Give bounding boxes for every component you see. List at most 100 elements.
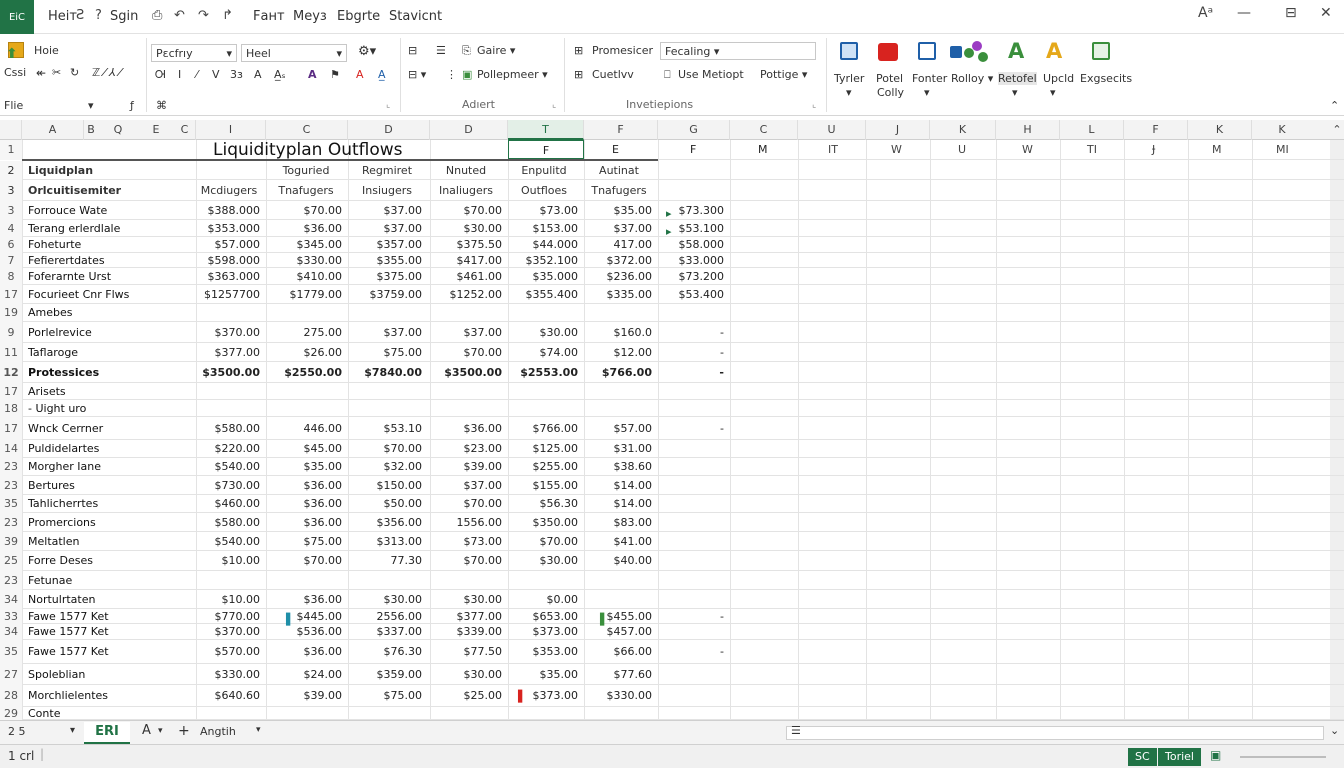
row-label[interactable]: Forre Deses xyxy=(28,551,93,571)
column-header-selected[interactable]: T xyxy=(508,120,584,140)
title-cell[interactable]: F xyxy=(690,140,696,160)
scroll-thumb-icon[interactable]: ☰ xyxy=(791,724,801,737)
table-cell[interactable]: $410.00 xyxy=(270,268,343,285)
column-header[interactable]: Q xyxy=(98,120,138,140)
collapse-ribbon-icon[interactable]: ⌃ xyxy=(1330,99,1339,112)
upcld-a-icon[interactable]: A xyxy=(1046,40,1062,62)
row-label[interactable]: Porlelrevice xyxy=(28,322,92,343)
table-cell[interactable]: $32.00 xyxy=(352,458,423,476)
table-cell[interactable]: $150.00 xyxy=(352,476,423,495)
sheet-tab-active[interactable]: ERI xyxy=(84,722,130,744)
row-number[interactable]: 29 xyxy=(0,707,22,720)
table-cell[interactable]: $3500.00 xyxy=(430,362,502,383)
lock-icon[interactable] xyxy=(878,43,898,61)
table-cell[interactable]: $38.60 xyxy=(586,458,653,476)
row-number[interactable]: 11 xyxy=(0,343,22,362)
row-label[interactable]: Amebes xyxy=(28,304,73,322)
row-number[interactable]: 33 xyxy=(0,609,22,624)
row-label[interactable]: - Uight uro xyxy=(28,400,86,417)
menu-home[interactable]: Heiт xyxy=(48,9,77,24)
table-cell[interactable]: $74.00 xyxy=(510,343,579,362)
table-cell[interactable]: $50.00 xyxy=(352,495,423,513)
table-cell[interactable]: $70.00 xyxy=(430,201,503,220)
table-cell[interactable]: $70.00 xyxy=(270,201,343,220)
table-cell[interactable]: $44.000 xyxy=(510,237,579,253)
table-cell[interactable]: $77.50 xyxy=(430,640,503,664)
row-label[interactable]: Fetunae xyxy=(28,571,72,590)
table-cell[interactable]: $540.00 xyxy=(198,458,261,476)
table-cell[interactable]: $0.00 xyxy=(510,590,579,609)
column-header[interactable]: D xyxy=(348,120,430,140)
table-cell[interactable]: $37.00 xyxy=(586,220,653,237)
table-cell[interactable]: Mcdiugers xyxy=(198,180,260,201)
settings-icon[interactable]: ⚙▾ xyxy=(358,44,376,59)
exgsecits-button[interactable]: Exgsecits xyxy=(1080,72,1132,85)
table-cell[interactable]: $155.00 xyxy=(510,476,579,495)
cell-reference[interactable]: 2 5 xyxy=(8,725,26,738)
column-header[interactable]: D xyxy=(430,120,508,140)
command-icon[interactable]: ⌘ xyxy=(156,99,167,112)
table-cell[interactable]: $35.000 xyxy=(510,268,579,285)
row-number[interactable]: 8 xyxy=(0,268,22,285)
highlight-icon[interactable]: A xyxy=(356,68,364,81)
table-cell[interactable]: $377.00 xyxy=(198,343,261,362)
table-cell[interactable]: $540.00 xyxy=(198,532,261,551)
table-cell[interactable]: 77.30 xyxy=(352,551,423,571)
table-cell[interactable]: $83.00 xyxy=(586,513,653,532)
underline-icon[interactable]: A̲ₛ xyxy=(274,68,286,81)
scroll-down-icon[interactable]: ⌄ xyxy=(1330,724,1339,737)
table-cell[interactable]: $10.00 xyxy=(198,590,261,609)
table-cell[interactable]: $24.00 xyxy=(270,664,343,685)
check-icon[interactable]: V xyxy=(212,68,220,81)
column-header[interactable]: K xyxy=(1188,120,1252,140)
table-cell[interactable]: $457.00 xyxy=(586,624,653,640)
table-cell[interactable]: $580.00 xyxy=(198,513,261,532)
redo-icon[interactable]: ↷ xyxy=(198,8,209,23)
row-label[interactable]: Meltatlen xyxy=(28,532,79,551)
view-normal-button[interactable]: SC xyxy=(1128,748,1157,766)
table-cell[interactable]: $35.00 xyxy=(586,201,653,220)
table-cell[interactable]: $350.00 xyxy=(510,513,579,532)
table-cell[interactable]: - xyxy=(662,362,724,383)
row-label[interactable]: Protessices xyxy=(28,362,99,383)
table-cell[interactable]: $75.00 xyxy=(352,343,423,362)
row-number[interactable]: 4 xyxy=(0,220,22,237)
row-number[interactable]: 23 xyxy=(0,513,22,532)
table-cell[interactable]: $580.00 xyxy=(198,417,261,440)
refresh-icon[interactable]: ↻ xyxy=(70,66,79,79)
rolloy-blue-icon[interactable] xyxy=(950,46,962,58)
table-cell[interactable]: $33.000 xyxy=(662,253,725,268)
title-cell[interactable]: TI xyxy=(1087,140,1097,160)
row-label[interactable]: Nortulrtaten xyxy=(28,590,95,609)
table-cell[interactable]: $45.00 xyxy=(270,440,343,458)
text-color-icon[interactable]: A̲ xyxy=(378,68,386,81)
table-cell[interactable]: $30.00 xyxy=(430,590,503,609)
table-cell[interactable]: $14.00 xyxy=(586,476,653,495)
column-header[interactable]: U xyxy=(798,120,866,140)
row-label[interactable]: Foferarnte Urst xyxy=(28,268,111,285)
sheet-tab[interactable]: A xyxy=(142,723,151,738)
table-cell[interactable]: $70.00 xyxy=(270,551,343,571)
sheet-title[interactable]: Liquidityplan Outflows xyxy=(213,140,403,160)
table-cell[interactable]: $3500.00 xyxy=(198,362,260,383)
column-header[interactable]: G xyxy=(658,120,730,140)
table-cell[interactable]: Tnafugers xyxy=(586,180,652,201)
table-cell[interactable]: $355.400 xyxy=(510,285,579,304)
table-cell[interactable]: $330.00 xyxy=(198,664,261,685)
table-cell[interactable]: $37.00 xyxy=(352,201,423,220)
row-label[interactable]: Arisets xyxy=(28,383,66,400)
row-number[interactable]: 35 xyxy=(0,640,22,664)
table-cell[interactable]: $73.00 xyxy=(430,532,503,551)
table-cell[interactable]: $58.000 xyxy=(662,237,725,253)
column-header[interactable]: B xyxy=(84,120,98,140)
table-cell[interactable]: $1779.00 xyxy=(270,285,343,304)
table-cell[interactable]: $1252.00 xyxy=(430,285,503,304)
row-label[interactable]: Morgher Iane xyxy=(28,458,101,476)
zoom-slider[interactable] xyxy=(1240,756,1326,758)
paste-button[interactable]: Cꜱsi xyxy=(4,66,26,79)
row-label[interactable]: Liquidplan xyxy=(28,161,93,180)
table-cell[interactable]: $460.00 xyxy=(198,495,261,513)
table-cell[interactable]: $730.00 xyxy=(198,476,261,495)
table-cell[interactable]: - xyxy=(662,609,724,624)
table-cell[interactable]: $330.00 xyxy=(270,253,343,268)
